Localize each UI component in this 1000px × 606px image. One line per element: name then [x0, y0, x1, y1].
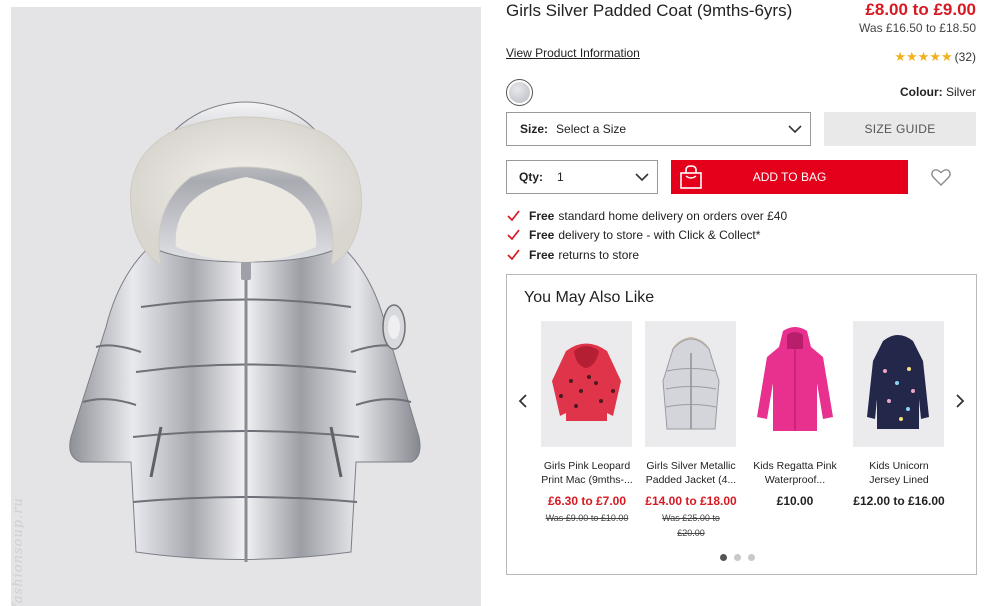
chevron-left-icon[interactable]	[517, 393, 529, 409]
product-name[interactable]: Kids Unicorn Jersey Lined Hooded Ma...	[853, 459, 945, 487]
carousel-pagination	[720, 554, 755, 561]
delivery-perks-list: Free standard home delivery on orders ov…	[506, 206, 787, 265]
product-price: £14.00 to £18.00	[645, 494, 737, 508]
product-name[interactable]: Kids Regatta Pink Waterproof...	[749, 459, 841, 487]
product-thumbnail[interactable]	[749, 321, 840, 447]
unicorn-mac-image	[867, 335, 929, 429]
carousel-dot[interactable]	[720, 554, 727, 561]
product-name[interactable]: Girls Silver Metallic Padded Jacket (4..…	[645, 459, 737, 487]
product-card[interactable]: Kids Unicorn Jersey Lined Hooded Ma... £…	[853, 321, 945, 551]
product-rating[interactable]: ★★★★★ (32)	[894, 49, 976, 65]
product-price: £6.30 to £7.00	[547, 494, 627, 508]
you-may-also-like-carousel: You May Also Like Girls Pink Leopard Pri…	[506, 274, 977, 575]
perk-bold: Free	[529, 228, 555, 243]
carousel-title: You May Also Like	[524, 289, 655, 306]
checkmark-icon	[507, 229, 520, 241]
product-card[interactable]: Girls Pink Leopard Print Mac (9mths-... …	[541, 321, 633, 551]
size-label: Size:	[520, 122, 549, 136]
watermark-text: fashionsoup.ru	[11, 497, 26, 606]
add-to-bag-button[interactable]: ADD TO BAG	[671, 160, 908, 194]
carousel-dot[interactable]	[734, 554, 741, 561]
quantity-value: 1	[557, 170, 564, 184]
product-price: £12.00 to £16.00	[853, 494, 945, 508]
size-guide-button[interactable]: SIZE GUIDE	[824, 112, 976, 146]
checkmark-icon	[507, 249, 520, 261]
product-main-image[interactable]: fashionsoup.ru	[11, 7, 481, 606]
perk-item: Free returns to store	[506, 245, 787, 265]
product-was-price: Was £9.00 to £10.00	[545, 513, 629, 523]
colour-indicator: Colour: Silver	[900, 85, 976, 99]
product-card[interactable]: Girls Silver Metallic Padded Jacket (4..…	[645, 321, 737, 551]
chevron-down-icon	[635, 173, 649, 182]
pink-waterproof-jacket-image	[757, 327, 833, 431]
product-title: Girls Silver Padded Coat (9mths-6yrs)	[506, 1, 793, 20]
colour-swatch-silver[interactable]	[506, 79, 533, 106]
perk-text: standard home delivery on orders over £4…	[558, 208, 788, 223]
view-product-information-link[interactable]: View Product Information	[506, 46, 640, 60]
checkmark-icon	[507, 210, 520, 222]
size-dropdown[interactable]: Size: Select a Size	[506, 112, 811, 146]
silver-metallic-jacket-image	[662, 337, 720, 430]
quantity-dropdown[interactable]: Qty: 1	[506, 160, 658, 194]
heart-icon[interactable]	[931, 168, 951, 186]
perk-bold: Free	[529, 208, 555, 223]
product-thumbnail[interactable]	[645, 321, 736, 447]
colour-value: Silver	[945, 85, 976, 99]
carousel-dot[interactable]	[748, 554, 755, 561]
product-price: £10.00	[776, 494, 814, 508]
perk-bold: Free	[529, 247, 555, 262]
rating-count: (32)	[954, 50, 976, 64]
was-price: Was £16.50 to £18.50	[859, 21, 976, 35]
chevron-down-icon	[788, 125, 802, 134]
pink-leopard-mac-image	[552, 343, 621, 421]
current-price: £8.00 to £9.00	[865, 0, 976, 19]
silver-coat-illustration	[69, 101, 421, 562]
perk-text: delivery to store - with Click & Collect…	[558, 228, 761, 243]
product-card[interactable]: Kids Regatta Pink Waterproof... £10.00	[749, 321, 841, 551]
size-value: Select a Size	[556, 122, 627, 136]
quantity-label: Qty:	[519, 170, 543, 184]
colour-label: Colour:	[899, 85, 943, 99]
swatch-fill	[509, 82, 530, 103]
perk-item: Free standard home delivery on orders ov…	[506, 206, 787, 226]
perk-item: Free delivery to store - with Click & Co…	[506, 226, 787, 246]
product-thumbnail[interactable]	[853, 321, 944, 447]
rating-stars-icon: ★★★★★	[894, 49, 953, 64]
product-thumbnail[interactable]	[541, 321, 632, 447]
product-was-price: Was £25.00 to £20.00	[662, 513, 720, 538]
add-to-bag-label: ADD TO BAG	[752, 170, 827, 184]
product-name[interactable]: Girls Pink Leopard Print Mac (9mths-...	[541, 459, 633, 487]
chevron-right-icon[interactable]	[954, 393, 966, 409]
perk-text: returns to store	[558, 247, 640, 262]
